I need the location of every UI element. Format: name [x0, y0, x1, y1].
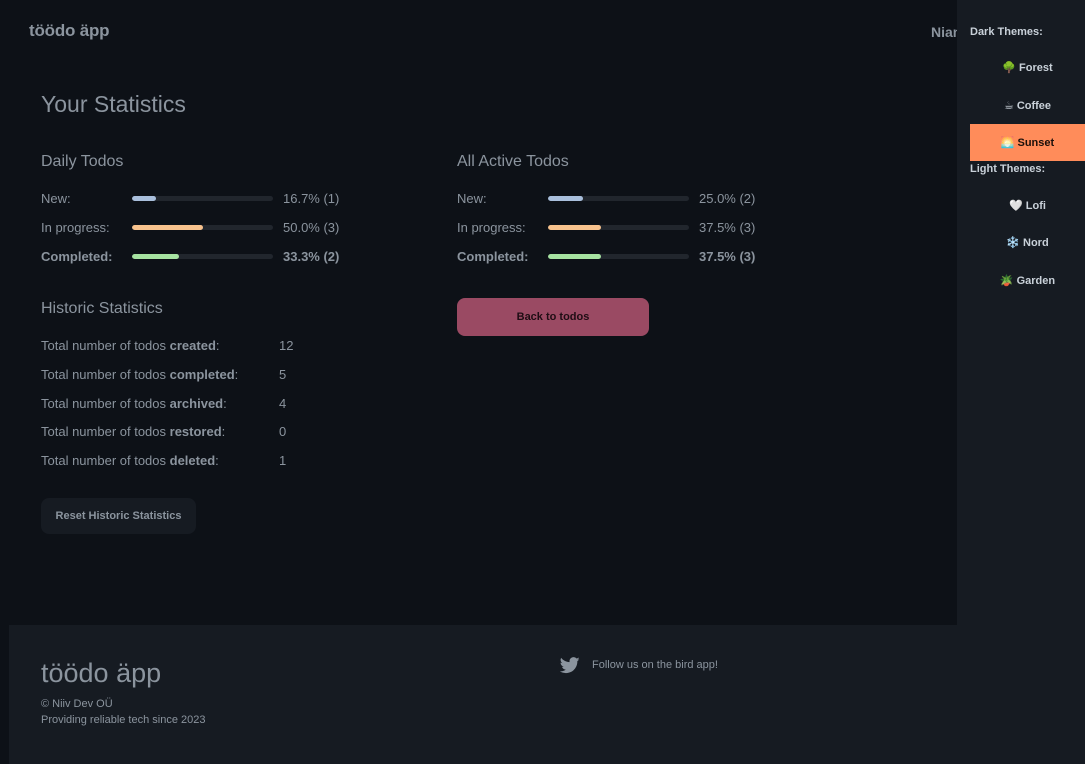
historic-stat-value: 0	[279, 424, 287, 439]
daily-todos-title: Daily Todos	[41, 153, 124, 170]
historic-stat-row: Total number of todos completed: 5	[41, 367, 341, 385]
progress-bar	[132, 254, 273, 259]
active-stat-row: In progress: 37.5% (3)	[457, 220, 777, 238]
theme-nord-button[interactable]: ❄️ Nord	[970, 224, 1085, 261]
progress-bar-fill	[548, 225, 601, 230]
stat-label: Completed:	[41, 249, 113, 264]
theme-label: Forest	[1019, 61, 1053, 74]
stat-percent: 50.0% (3)	[283, 220, 340, 235]
theme-label: Sunset	[1017, 136, 1055, 149]
dark-themes-heading: Dark Themes:	[970, 26, 1043, 38]
footer-tagline: Providing reliable tech since 2023	[41, 714, 206, 726]
theme-lofi-button[interactable]: 🤍 Lofi	[970, 187, 1085, 224]
stat-label: New:	[457, 191, 487, 206]
reset-historic-statistics-button[interactable]: Reset Historic Statistics	[41, 498, 196, 534]
historic-label-suffix: :	[215, 338, 220, 353]
progress-bar	[132, 196, 273, 201]
back-to-todos-button[interactable]: Back to todos	[457, 298, 649, 336]
stat-percent: 16.7% (1)	[283, 191, 340, 206]
stat-label: In progress:	[457, 220, 526, 235]
progress-bar-fill	[132, 254, 179, 259]
historic-label-keyword: restored	[169, 424, 222, 439]
historic-label-prefix: Total number of todos	[41, 396, 170, 411]
historic-stat-value: 1	[279, 453, 287, 468]
stat-percent: 33.3% (2)	[283, 249, 340, 264]
stat-label: In progress:	[41, 220, 110, 235]
historic-stat-value: 4	[279, 396, 287, 411]
historic-stat-label: Total number of todos deleted:	[41, 453, 219, 468]
theme-coffee-button[interactable]: ☕ Coffee	[970, 87, 1085, 124]
historic-label-prefix: Total number of todos	[41, 453, 170, 468]
progress-bar-fill	[132, 225, 203, 230]
historic-stat-label: Total number of todos restored:	[41, 424, 225, 439]
historic-label-keyword: deleted	[169, 453, 216, 468]
theme-lofi-icon: 🤍	[1009, 200, 1023, 212]
progress-bar	[132, 225, 273, 230]
progress-bar-fill	[548, 196, 584, 201]
stat-percent: 25.0% (2)	[699, 191, 756, 206]
historic-label-keyword: archived	[169, 396, 224, 411]
daily-stat-row: In progress: 50.0% (3)	[41, 220, 361, 238]
stat-label: Completed:	[457, 249, 529, 264]
theme-nord-icon: ❄️	[1006, 237, 1021, 249]
theme-label: Coffee	[1016, 99, 1052, 112]
progress-bar	[548, 196, 689, 201]
progress-bar-fill	[132, 196, 156, 201]
historic-stat-row: Total number of todos archived: 4	[41, 396, 341, 414]
footer: töödo äpp © Niiv Dev OÜ Providing reliab…	[9, 625, 957, 764]
stat-percent: 37.5% (3)	[699, 220, 756, 235]
active-stat-row: Completed: 37.5% (3)	[457, 249, 777, 267]
theme-coffee-icon: ☕	[1003, 100, 1014, 112]
footer-copyright: © Niiv Dev OÜ	[41, 698, 113, 710]
theme-forest-icon: 🌳	[1002, 62, 1017, 74]
progress-bar	[548, 254, 689, 259]
historic-label-suffix: :	[234, 367, 239, 382]
historic-label-prefix: Total number of todos	[41, 424, 170, 439]
daily-stat-row: New: 16.7% (1)	[41, 191, 361, 209]
historic-label-suffix: :	[221, 424, 226, 439]
historic-label-keyword: created	[169, 338, 216, 353]
theme-label: Lofi	[1025, 199, 1046, 212]
theme-garden-button[interactable]: 🪴 Garden	[970, 262, 1085, 299]
historic-stat-value: 5	[279, 367, 287, 382]
follow-bird-app-link[interactable]: Follow us on the bird app!	[592, 659, 718, 671]
historic-stat-value: 12	[279, 338, 294, 353]
theme-garden-icon: 🪴	[999, 275, 1014, 287]
light-themes-heading: Light Themes:	[970, 163, 1046, 175]
page-title: Your Statistics	[41, 91, 186, 117]
historic-label-suffix: :	[215, 453, 219, 468]
active-stat-row: New: 25.0% (2)	[457, 191, 777, 209]
theme-sunset-icon: 🌅	[1000, 137, 1015, 149]
progress-bar	[548, 225, 689, 230]
statistics-page: töödo äpp Niam Your Statistics Daily Tod…	[0, 0, 1085, 764]
footer-logo: töödo äpp	[41, 658, 162, 688]
theme-label: Nord	[1023, 236, 1049, 249]
historic-label-suffix: :	[223, 396, 227, 411]
historic-stat-row: Total number of todos restored: 0	[41, 424, 341, 442]
stat-percent: 37.5% (3)	[699, 249, 756, 264]
theme-forest-button[interactable]: 🌳 Forest	[970, 49, 1085, 86]
twitter-bird-icon[interactable]	[560, 657, 580, 674]
progress-bar-fill	[548, 254, 601, 259]
historic-stat-label: Total number of todos created:	[41, 338, 220, 353]
daily-stat-row: Completed: 33.3% (2)	[41, 249, 361, 267]
historic-stat-label: Total number of todos archived:	[41, 396, 227, 411]
historic-label-keyword: completed	[169, 367, 235, 382]
historic-stat-row: Total number of todos created: 12	[41, 338, 341, 356]
historic-statistics-title: Historic Statistics	[41, 300, 163, 317]
theme-sunset-button[interactable]: 🌅 Sunset	[970, 124, 1085, 161]
historic-stat-label: Total number of todos completed:	[41, 367, 238, 382]
active-todos-title: All Active Todos	[457, 153, 569, 170]
historic-stat-row: Total number of todos deleted: 1	[41, 453, 341, 471]
historic-label-prefix: Total number of todos	[41, 367, 170, 382]
app-logo[interactable]: töödo äpp	[29, 21, 110, 41]
historic-label-prefix: Total number of todos	[41, 338, 170, 353]
theme-label: Garden	[1016, 274, 1056, 287]
stat-label: New:	[41, 191, 71, 206]
theme-panel: Dark Themes: 🌳 Forest ☕ Coffee 🌅 Sunset Light…	[957, 0, 1085, 764]
